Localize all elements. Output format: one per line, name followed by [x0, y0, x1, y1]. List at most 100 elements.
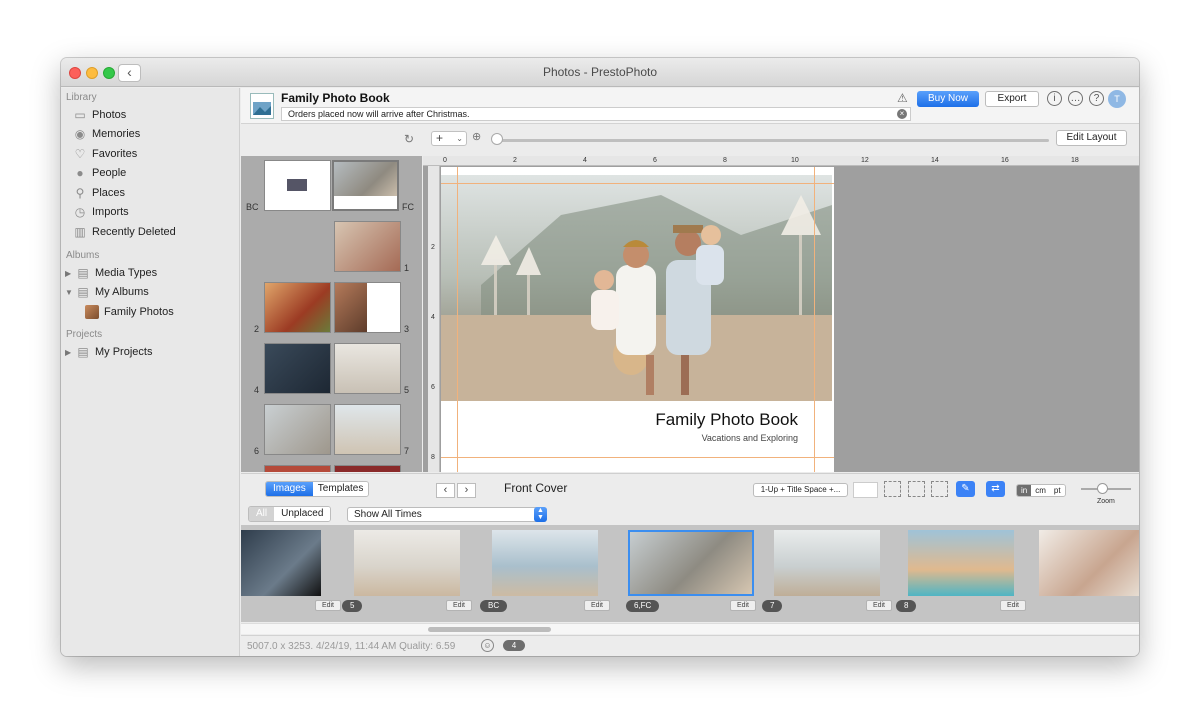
align-vertical-icon[interactable]	[931, 481, 948, 497]
strip-photo[interactable]: BC Edit	[480, 530, 614, 614]
page-thumbnail-front-cover[interactable]	[332, 160, 399, 211]
memories-icon: ◉	[74, 127, 86, 141]
edit-button[interactable]: Edit	[999, 600, 1026, 611]
unit-in[interactable]: in	[1017, 485, 1032, 496]
sidebar-item-my-albums[interactable]: ▼ ▤ My Albums	[65, 283, 149, 301]
ruler-mark: 2	[513, 157, 517, 164]
page-label: 4	[254, 385, 260, 395]
page-thumbnail-1[interactable]	[334, 221, 401, 272]
sidebar-item-photos[interactable]: ▭ Photos	[73, 106, 126, 124]
strip-photo[interactable]	[1027, 530, 1139, 614]
page-thumbnail-5[interactable]	[334, 343, 401, 394]
filter-all[interactable]: All	[249, 507, 275, 521]
family-beach-photo	[441, 175, 832, 401]
filter-unplaced[interactable]: Unplaced	[274, 507, 331, 521]
sidebar-item-my-projects[interactable]: ▶ ▤ My Projects	[65, 343, 152, 361]
edit-button[interactable]: Edit	[729, 600, 756, 611]
tab-images[interactable]: Images	[266, 482, 313, 496]
cover-title[interactable]: Family Photo Book	[655, 410, 798, 430]
add-page-select[interactable]: + ⌄	[431, 131, 467, 146]
photo-thumbnail[interactable]	[628, 530, 754, 596]
face-icon[interactable]: ☺	[481, 639, 494, 652]
sidebar-item-family-photos[interactable]: Family Photos	[85, 303, 174, 321]
page-thumbnail-9[interactable]	[334, 465, 401, 472]
source-tabs: Images Templates	[265, 481, 370, 497]
strip-photo-selected[interactable]: 6,FC Edit	[626, 530, 760, 614]
export-button[interactable]: Export	[985, 91, 1039, 107]
sidebar-item-label: Photos	[92, 109, 127, 121]
zoom-slider-track[interactable]	[492, 139, 1049, 142]
close-icon[interactable]: ×	[897, 109, 907, 119]
align-horizontal-icon[interactable]	[908, 481, 925, 497]
avatar[interactable]: T	[1108, 90, 1126, 108]
buy-now-button[interactable]: Buy Now	[917, 91, 979, 107]
edit-button[interactable]: Edit	[445, 600, 472, 611]
photo-thumbnail[interactable]	[354, 530, 460, 596]
fit-frame-icon[interactable]	[884, 481, 901, 497]
chat-icon[interactable]: …	[1068, 91, 1083, 106]
page-canvas[interactable]: 0 2 4 6 8 10 12 14 16 18 2 4 6 8 Family …	[423, 156, 1139, 472]
disclosure-right-icon[interactable]: ▶	[65, 348, 73, 357]
photo-thumbnail[interactable]	[1039, 530, 1139, 596]
ruler-mark: 12	[861, 157, 869, 164]
canvas-zoom-knob[interactable]	[1097, 483, 1108, 494]
help-icon[interactable]: ?	[1089, 91, 1104, 106]
layout-select[interactable]: 1-Up + Title Space +...	[753, 483, 848, 497]
face-count-badge: 4	[503, 640, 525, 651]
zoom-in-icon[interactable]: ⊕	[472, 130, 481, 143]
sidebar-item-favorites[interactable]: ♡ Favorites	[73, 145, 138, 163]
sidebar-item-media-types[interactable]: ▶ ▤ Media Types	[65, 264, 157, 282]
photo-thumbnail[interactable]	[774, 530, 880, 596]
magic-wand-icon[interactable]: ✎	[956, 481, 975, 497]
page-thumbnail-7[interactable]	[334, 404, 401, 455]
edit-button[interactable]: Edit	[865, 600, 892, 611]
tab-templates[interactable]: Templates	[312, 482, 369, 496]
disclosure-right-icon[interactable]: ▶	[65, 269, 73, 278]
ruler-mark: 10	[791, 157, 799, 164]
edit-layout-button[interactable]: Edit Layout	[1056, 130, 1127, 146]
time-filter-select[interactable]: Show All Times ▲ ▼	[347, 507, 547, 522]
horizontal-scrollbar[interactable]	[241, 623, 1139, 634]
warning-icon[interactable]: ⚠	[897, 91, 908, 105]
photo-thumbnail[interactable]	[908, 530, 1014, 596]
sidebar-item-memories[interactable]: ◉ Memories	[73, 125, 141, 143]
photo-info: 5007.0 x 3253. 4/24/19, 11:44 AM Quality…	[247, 641, 456, 652]
sidebar-item-imports[interactable]: ◷ Imports	[73, 203, 129, 221]
info-icon[interactable]: i	[1047, 91, 1062, 106]
photo-thumbnail[interactable]	[492, 530, 598, 596]
sidebar-item-places[interactable]: ⚲ Places	[73, 184, 125, 202]
page-thumbnail-3[interactable]	[334, 282, 401, 333]
sidebar-item-recently-deleted[interactable]: ▥ Recently Deleted	[73, 223, 175, 241]
page-thumbnail-6[interactable]	[264, 404, 331, 455]
previous-page-button[interactable]: ‹	[436, 483, 455, 498]
unit-pt[interactable]: pt	[1049, 485, 1065, 496]
edit-button[interactable]: Edit	[583, 600, 610, 611]
color-swatch[interactable]	[853, 482, 878, 498]
scrollbar-thumb[interactable]	[428, 627, 551, 632]
page-label: 5	[404, 385, 410, 395]
zoom-slider-knob[interactable]	[491, 133, 503, 145]
swap-photos-icon[interactable]: ⇄	[986, 481, 1005, 497]
page-thumbnail-8[interactable]	[264, 465, 331, 472]
refresh-icon[interactable]: ↻	[404, 132, 414, 146]
unit-cm[interactable]: cm	[1031, 485, 1050, 496]
page-thumbnail-back-cover[interactable]	[264, 160, 331, 211]
disclosure-down-icon[interactable]: ▼	[65, 288, 73, 297]
sidebar-item-people[interactable]: ● People	[73, 164, 126, 182]
strip-photo[interactable]: 7 Edit	[762, 530, 896, 614]
main-area: Family Photo Book Orders placed now will…	[241, 88, 1139, 656]
next-page-button[interactable]: ›	[457, 483, 476, 498]
cover-photo[interactable]	[441, 175, 832, 401]
strip-photo[interactable]: 8 Edit	[896, 530, 1030, 614]
strip-photo[interactable]: Edit	[241, 530, 345, 614]
photo-filter: All Unplaced	[248, 506, 332, 522]
page-thumbnail-2[interactable]	[264, 282, 331, 333]
sidebar-item-label: Memories	[92, 128, 141, 140]
strip-photo[interactable]: 5 Edit	[342, 530, 476, 614]
cover-subtitle[interactable]: Vacations and Exploring	[702, 433, 798, 443]
photo-thumbnail[interactable]	[241, 530, 321, 596]
edit-button[interactable]: Edit	[314, 600, 341, 611]
page-thumbnail-4[interactable]	[264, 343, 331, 394]
ruler-mark: 4	[431, 314, 435, 321]
cover-page[interactable]: Family Photo Book Vacations and Explorin…	[441, 167, 834, 472]
